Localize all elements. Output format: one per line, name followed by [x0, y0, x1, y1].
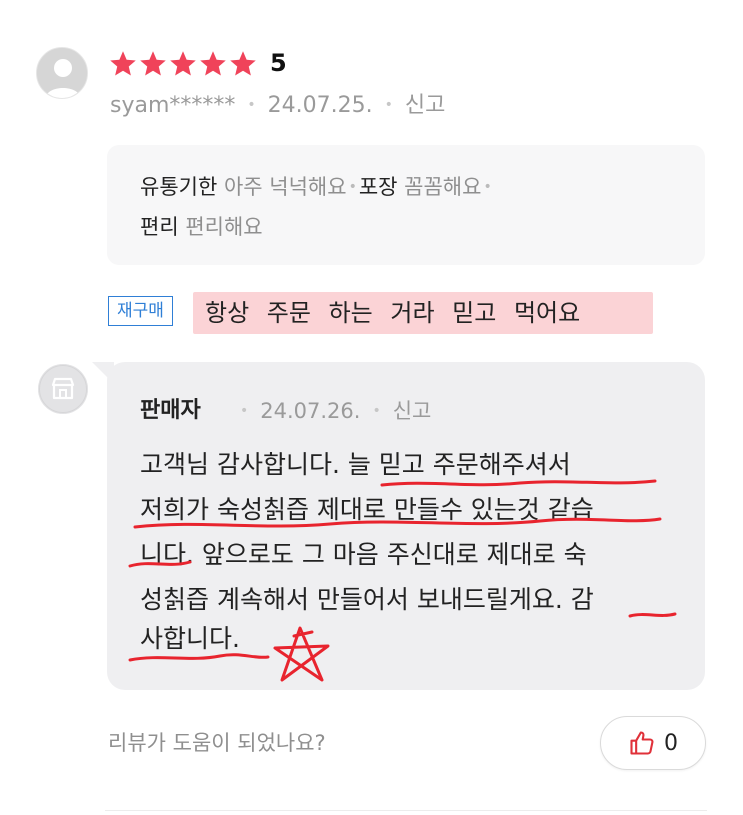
star-icon — [140, 51, 166, 76]
report-link[interactable]: 신고 — [393, 399, 432, 423]
separator-dot: • — [348, 179, 357, 195]
attribute-key: 편리 — [140, 215, 179, 239]
star-icon — [170, 51, 196, 76]
attribute-key: 유통기한 — [140, 175, 218, 199]
attribute-value: 꼼꼼해요 — [404, 175, 482, 199]
seller-reply-meta: • 24.07.26. • 신고 — [228, 396, 431, 426]
helpful-question: 리뷰가 도움이 되었나요? — [108, 731, 326, 755]
separator-dot: • — [372, 403, 381, 419]
thumbs-up-icon — [630, 731, 654, 755]
review-attributes: 유통기한 아주 넉넉해요 •포장 꼼꼼해요 • 편리 편리해요 — [107, 145, 705, 265]
separator-dot: • — [247, 97, 256, 113]
star-icon — [200, 51, 226, 76]
report-link[interactable]: 신고 — [405, 93, 445, 118]
repurchase-badge: 재구매 — [108, 296, 173, 326]
review-text: 항상 주문 하는 거라 믿고 먹어요 — [205, 299, 581, 327]
reply-date: 24.07.26. — [260, 399, 361, 423]
attribute-line: 편리 편리해요 — [140, 207, 705, 247]
star-icon — [110, 51, 136, 76]
attribute-key: 포장 — [358, 175, 398, 199]
divider — [105, 810, 707, 811]
reply-text-line: 사합니다. — [140, 624, 240, 653]
attribute-value: 아주 넉넉해요 — [223, 175, 347, 199]
seller-name: 판매자 — [140, 398, 201, 423]
review-date: 24.07.25. — [267, 93, 373, 118]
reply-text-line: 고객님 감사합니다. 늘 믿고 주문해주셔서 — [140, 450, 571, 479]
like-button[interactable]: 0 — [600, 716, 706, 770]
separator-dot: • — [240, 403, 249, 419]
seller-avatar — [38, 364, 88, 414]
store-icon — [38, 364, 88, 414]
attribute-line: 유통기한 아주 넉넉해요 •포장 꼼꼼해요 • — [140, 167, 705, 207]
reply-text-line: 저희가 숙성칡즙 제대로 만들수 있는것 같습 — [140, 495, 594, 524]
star-icon — [230, 51, 256, 76]
separator-dot: • — [483, 179, 492, 195]
like-count: 0 — [664, 730, 678, 756]
reviewer-avatar — [36, 47, 88, 99]
username: syam****** — [110, 93, 236, 118]
reply-text-line: 니다. 앞으로도 그 마음 주신대로 제대로 숙 — [140, 540, 587, 569]
reply-text-line: 성칡즙 계속해서 만들어서 보내드릴게요. 감 — [140, 585, 594, 614]
review-meta: syam****** • 24.07.25. • 신고 — [110, 90, 445, 121]
separator-dot: • — [384, 97, 393, 113]
user-silhouette-icon — [37, 48, 87, 98]
reply-bubble-tail — [92, 362, 114, 384]
rating-value: 5 — [270, 49, 287, 77]
star-rating — [108, 47, 258, 81]
attribute-value: 편리해요 — [185, 215, 263, 239]
